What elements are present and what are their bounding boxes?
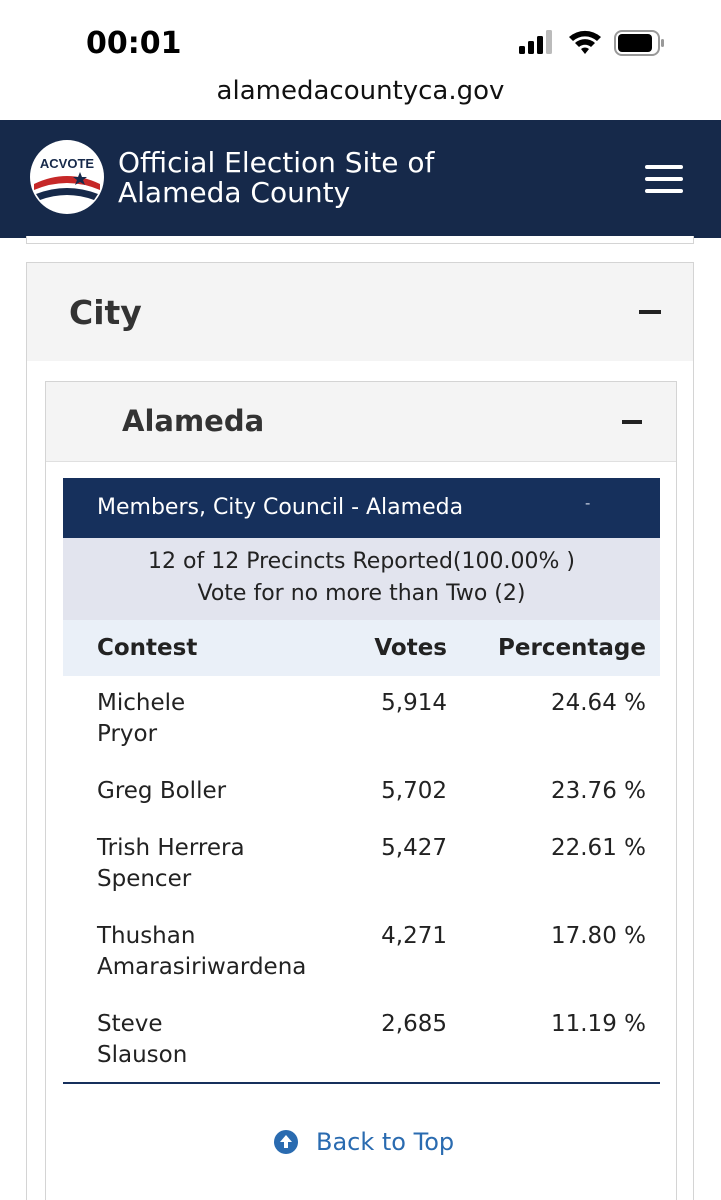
precinct-info: 12 of 12 Precincts Reported(100.00% ) Vo… (63, 538, 660, 620)
candidate-name: Trish Herrera Spencer (97, 835, 245, 892)
candidate-percentage: 11.19 % (550, 1011, 646, 1037)
candidate-votes: 2,685 (381, 1011, 447, 1037)
status-bar: 00:01 (0, 0, 721, 80)
logo-text: ACVOTE (40, 156, 95, 171)
table-bottom-border (63, 1082, 660, 1084)
alameda-collapse-icon[interactable] (622, 420, 642, 424)
candidate-percentage: 24.64 % (550, 690, 646, 716)
vote-rule: Vote for no more than Two (2) (197, 581, 526, 606)
site-title-line1: Official Election Site of (118, 146, 435, 179)
alameda-panel: Alameda Members, City Council - Alameda … (45, 381, 677, 1200)
column-header-votes: Votes (374, 635, 447, 661)
results-table-header: Contest Votes Percentage (63, 620, 660, 676)
table-row: Michele Pryor 5,914 24.64 % (63, 688, 660, 776)
city-panel: City Alameda Members, City Council - Ala… (26, 262, 694, 1200)
status-time: 00:01 (86, 26, 182, 61)
acvote-logo[interactable]: ACVOTE (28, 138, 106, 216)
table-row: Thushan Amarasiriwardena 4,271 17.80 % (63, 921, 660, 1009)
column-header-contest: Contest (97, 635, 198, 661)
candidate-votes: 5,914 (381, 690, 447, 716)
site-header: ACVOTE Official Election Site of Alameda… (0, 120, 721, 238)
candidate-name: Michele Pryor (97, 690, 186, 747)
alameda-panel-title: Alameda (122, 404, 265, 438)
previous-panel-bottom (26, 236, 694, 244)
candidate-votes: 5,702 (381, 778, 447, 804)
table-row: Trish Herrera Spencer 5,427 22.61 % (63, 833, 660, 921)
site-title[interactable]: Official Election Site of Alameda County (118, 148, 538, 208)
city-collapse-icon[interactable] (639, 310, 661, 314)
candidate-name: Thushan Amarasiriwardena (97, 923, 307, 980)
back-to-top-label: Back to Top (316, 1128, 455, 1156)
hamburger-menu-icon[interactable] (645, 165, 685, 195)
precincts-reported: 12 of 12 Precincts Reported(100.00% ) (148, 549, 575, 574)
candidate-percentage: 17.80 % (550, 923, 646, 949)
signal-icon (519, 30, 552, 54)
wifi-icon (569, 30, 601, 54)
column-header-percentage: Percentage (498, 635, 646, 661)
city-panel-header[interactable]: City (27, 263, 693, 361)
candidate-percentage: 22.61 % (550, 835, 646, 861)
candidate-name: Greg Boller (97, 778, 227, 804)
alameda-panel-header[interactable]: Alameda (46, 382, 676, 462)
table-row: Greg Boller 5,702 23.76 % (63, 776, 660, 833)
url-bar[interactable]: alamedacountyca.gov (0, 76, 721, 112)
candidate-votes: 4,271 (381, 923, 447, 949)
results-table-body: Michele Pryor 5,914 24.64 % Greg Boller … (63, 688, 660, 1079)
battery-icon (614, 30, 664, 56)
candidate-name: Steve Slauson (97, 1011, 188, 1068)
candidate-percentage: 23.76 % (550, 778, 646, 804)
contest-name: Members, City Council - Alameda (97, 495, 464, 520)
arrow-up-circle-icon (274, 1130, 298, 1154)
contest-marker: - (585, 495, 591, 512)
table-row: Steve Slauson 2,685 11.19 % (63, 1009, 660, 1079)
city-panel-title: City (69, 293, 142, 332)
site-title-line2: Alameda County (118, 176, 351, 209)
candidate-votes: 5,427 (381, 835, 447, 861)
contest-title-bar: Members, City Council - Alameda - (63, 478, 660, 538)
